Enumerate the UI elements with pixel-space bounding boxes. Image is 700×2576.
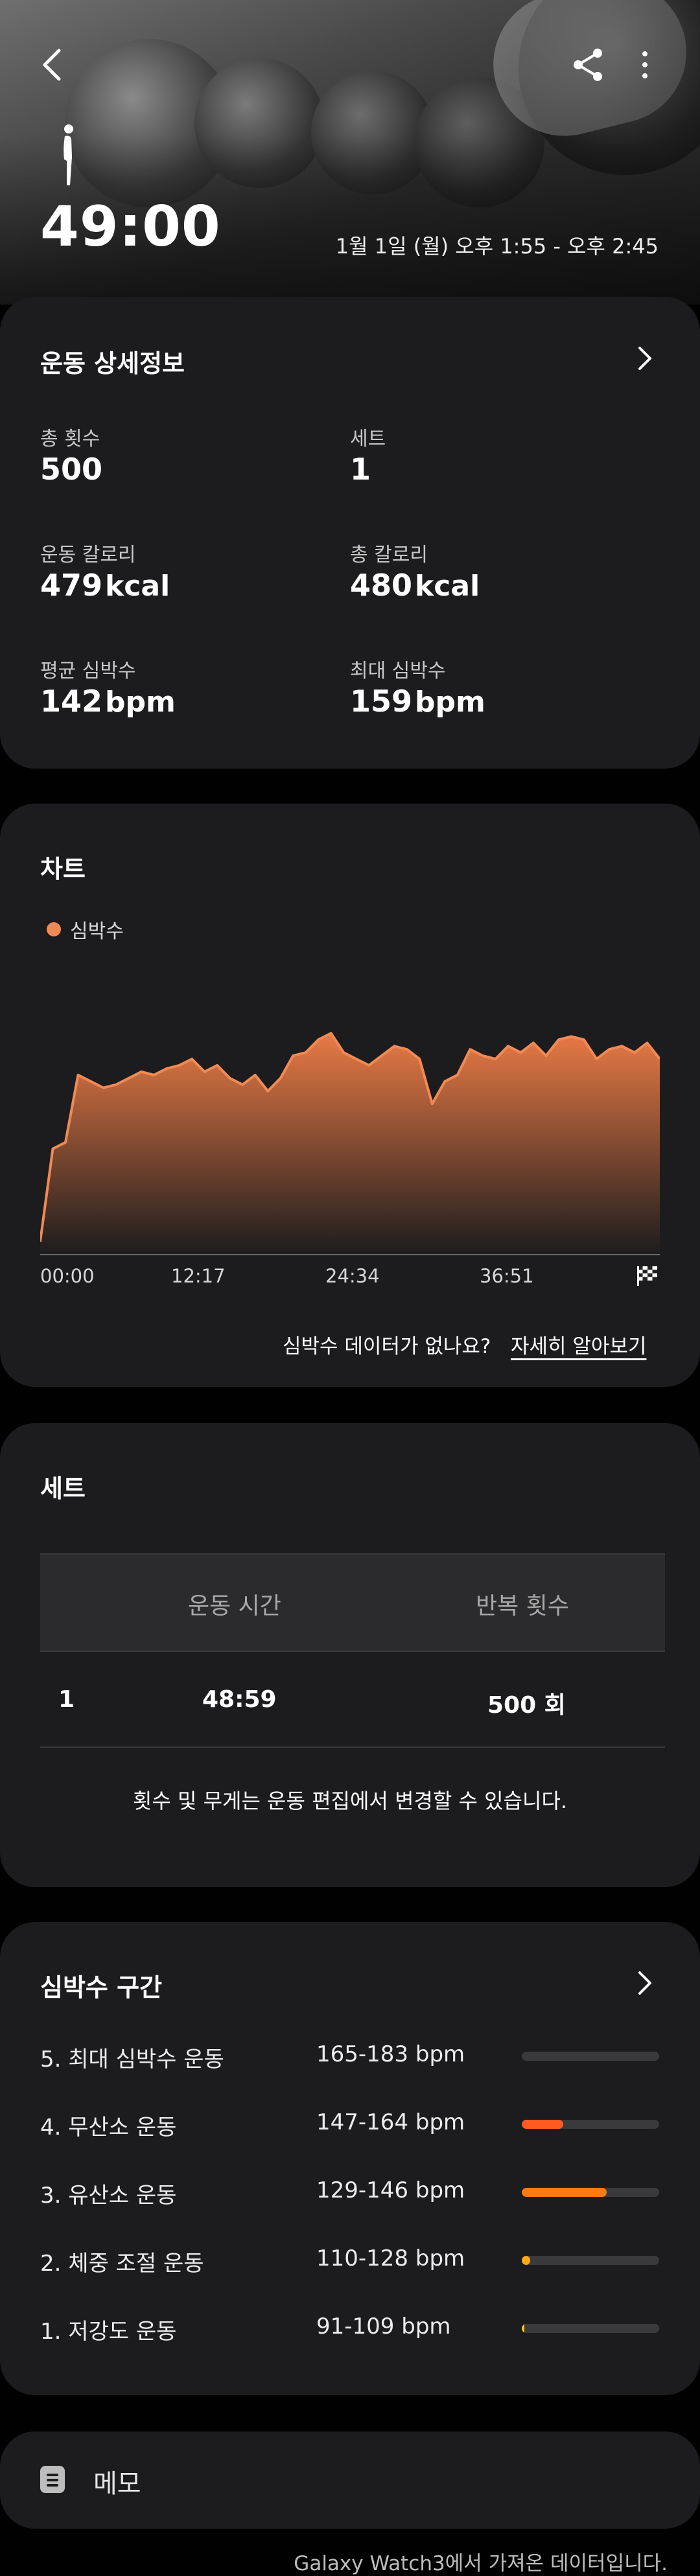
zone-range: 129-146 bpm (316, 2177, 465, 2203)
learn-more-link[interactable]: 자세히 알아보기 (511, 1330, 647, 1359)
zone-range: 110-128 bpm (316, 2245, 465, 2271)
set-row-time: 48:59 (202, 1686, 277, 1713)
sets-card (0, 1423, 700, 1887)
zones-title: 심박수 구간 (40, 1973, 163, 2002)
zone-name: 2. 체중 조절 운동 (40, 2251, 204, 2277)
zone-name: 3. 유산소 운동 (40, 2183, 177, 2209)
stat-value-workout-calories: 479kcal (40, 568, 170, 603)
zone-range: 147-164 bpm (316, 2109, 465, 2135)
zone-name: 4. 무산소 운동 (40, 2115, 177, 2141)
heart-rate-chart (40, 1032, 660, 1255)
x-tick-label: 12:17 (171, 1265, 226, 1287)
zone-range: 165-183 bpm (316, 2041, 465, 2067)
standing-person-icon (64, 124, 73, 185)
more-options-button[interactable] (629, 45, 661, 84)
column-header-reps: 반복 횟수 (476, 1593, 569, 1619)
stat-value-avg-heart-rate: 142bpm (40, 684, 176, 719)
zone-bar-fill (522, 2188, 607, 2197)
zone-bar (522, 2324, 659, 2333)
x-tick-label: 36:51 (480, 1265, 534, 1287)
more-vertical-icon (642, 51, 648, 78)
zone-bar (522, 2256, 659, 2265)
chevron-right-icon[interactable] (632, 345, 658, 371)
chart-title: 차트 (40, 855, 86, 883)
stat-label-avg-heart-rate: 평균 심박수 (40, 660, 136, 682)
finish-flag-icon (637, 1266, 657, 1286)
column-header-time: 운동 시간 (188, 1593, 281, 1619)
stat-label-max-heart-rate: 최대 심박수 (350, 660, 446, 682)
stat-value-sets: 1 (350, 452, 371, 487)
memo-label[interactable]: 메모 (93, 2463, 141, 2500)
workout-datetime: 1월 1일 (월) 오후 1:55 - 오후 2:45 (335, 234, 659, 259)
sets-title: 세트 (40, 1474, 86, 1503)
sets-divider (40, 1746, 665, 1748)
workout-duration: 49:00 (40, 194, 221, 259)
stat-value-max-heart-rate: 159bpm (350, 684, 485, 719)
no-heart-rate-question: 심박수 데이터가 없나요? (283, 1335, 491, 1358)
stat-label-workout-calories: 운동 칼로리 (40, 544, 136, 566)
zone-bar-fill (522, 2324, 525, 2333)
share-button[interactable] (569, 45, 608, 84)
data-source-note: Galaxy Watch3에서 가져온 데이터입니다. (294, 2552, 668, 2575)
zone-bar-fill (522, 2120, 563, 2129)
zone-name: 5. 최대 심박수 운동 (40, 2047, 224, 2072)
set-row-reps: 500 회 (487, 1692, 566, 1719)
zone-bar (522, 2052, 659, 2061)
zone-bar (522, 2120, 659, 2129)
stat-label-sets: 세트 (350, 428, 386, 450)
zone-range: 91-109 bpm (316, 2314, 451, 2339)
stat-value-total-reps: 500 (40, 452, 103, 487)
stat-label-total-calories: 총 칼로리 (350, 544, 428, 566)
legend-dot (47, 922, 61, 936)
x-tick-label: 24:34 (325, 1265, 380, 1287)
share-icon (574, 49, 602, 81)
chart-legend: 심박수 (47, 915, 124, 944)
zone-name: 1. 저강도 운동 (40, 2319, 177, 2345)
heart-rate-area (40, 1033, 660, 1255)
zone-bar-fill (522, 2256, 530, 2265)
chevron-right-icon[interactable] (632, 1970, 658, 1996)
details-title: 운동 상세정보 (40, 349, 185, 378)
stat-value-total-calories: 480kcal (350, 568, 480, 603)
sets-edit-note: 횟수 및 무게는 운동 편집에서 변경할 수 있습니다. (132, 1789, 568, 1813)
stat-label-total-reps: 총 횟수 (40, 428, 100, 450)
note-icon (40, 2466, 65, 2493)
set-row-index: 1 (58, 1686, 75, 1713)
x-tick-label: 00:00 (40, 1265, 95, 1287)
sets-table-header: 운동 시간 반복 횟수 (40, 1553, 665, 1652)
legend-label: 심박수 (70, 920, 124, 943)
hero-banner: 49:00 1월 1일 (월) 오후 1:55 - 오후 2:45 (0, 0, 700, 305)
chevron-left-icon (43, 49, 61, 81)
back-button[interactable] (32, 39, 71, 91)
zone-bar (522, 2188, 659, 2197)
